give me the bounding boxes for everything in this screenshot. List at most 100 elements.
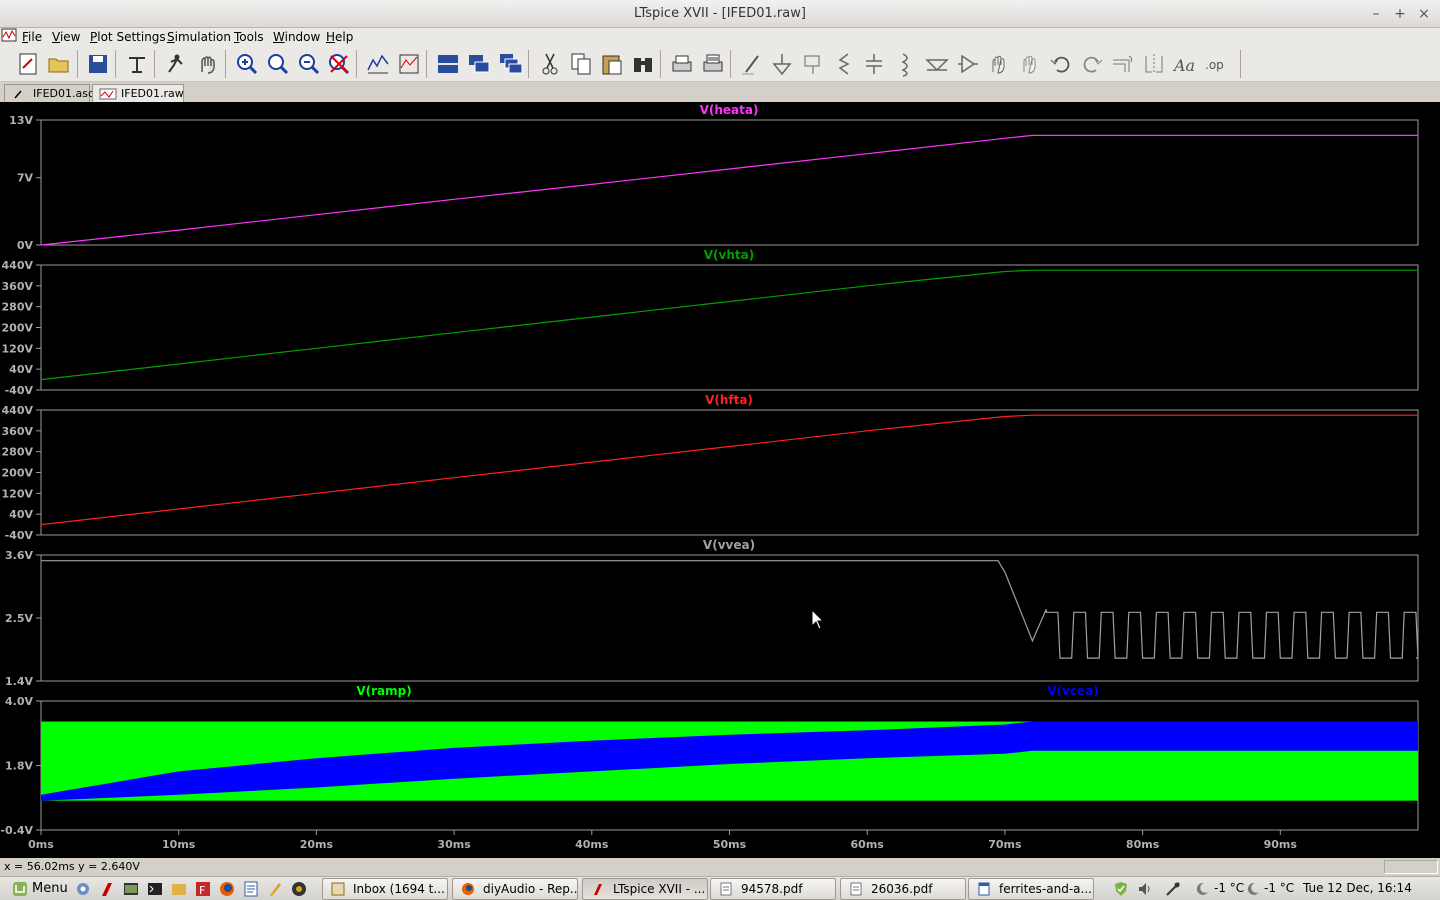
label-net-button[interactable] bbox=[799, 50, 827, 78]
component-button[interactable] bbox=[954, 50, 982, 78]
drag-button[interactable] bbox=[1016, 50, 1044, 78]
ltspice-launcher-icon[interactable] bbox=[98, 880, 116, 898]
filezilla-icon[interactable]: F bbox=[194, 880, 212, 898]
taskbar-task[interactable]: diyAudio - Rep... bbox=[452, 878, 578, 900]
writer-icon[interactable] bbox=[242, 880, 260, 898]
menu-plot-settings[interactable]: Plot Settings bbox=[90, 30, 166, 44]
capacitor-button[interactable] bbox=[860, 50, 888, 78]
mouse-cursor bbox=[811, 608, 825, 630]
menu-help[interactable]: Help bbox=[326, 30, 353, 44]
moon-icon bbox=[1247, 882, 1259, 895]
autorange-button[interactable] bbox=[364, 50, 392, 78]
open-button[interactable] bbox=[45, 50, 73, 78]
new-schematic-button[interactable] bbox=[14, 50, 42, 78]
waveform-app-icon[interactable] bbox=[1, 27, 17, 43]
firefox-icon[interactable] bbox=[218, 880, 236, 898]
zoom-in-button[interactable] bbox=[233, 50, 261, 78]
cut-button[interactable] bbox=[536, 50, 564, 78]
control-panel-button[interactable] bbox=[123, 50, 151, 78]
pick-traces-button[interactable] bbox=[395, 50, 423, 78]
x-tick-label: 30ms bbox=[437, 838, 471, 851]
copy-button[interactable] bbox=[567, 50, 595, 78]
rotate-button[interactable] bbox=[1109, 50, 1137, 78]
settings-icon[interactable] bbox=[74, 880, 92, 898]
waveform-icon bbox=[99, 88, 117, 100]
paste-button[interactable] bbox=[598, 50, 626, 78]
start-menu-button[interactable]: Menu bbox=[4, 879, 72, 899]
y-tick-label: 440V bbox=[2, 259, 34, 272]
new-schematic-icon bbox=[19, 53, 37, 75]
pencil-icon[interactable] bbox=[266, 880, 284, 898]
component-icon bbox=[958, 54, 978, 74]
waveform-viewer[interactable]: 13V 7V 0V V(heata) 440V 360V 280V 200V 120V 40V -4… bbox=[0, 102, 1440, 858]
close-button[interactable]: × bbox=[1414, 4, 1434, 24]
redo-button[interactable] bbox=[1078, 50, 1106, 78]
menu-tools[interactable]: Tools bbox=[234, 30, 264, 44]
taskbar-task[interactable]: LTspice XVII - ... bbox=[582, 878, 708, 900]
tile-horizontal-button[interactable] bbox=[434, 50, 462, 78]
print-setup-button[interactable] bbox=[668, 50, 696, 78]
text-button[interactable]: Aa bbox=[1171, 50, 1199, 78]
y-tick-label: 1.8V bbox=[5, 760, 33, 773]
shield-icon[interactable] bbox=[1112, 880, 1130, 898]
volume-icon[interactable] bbox=[1136, 880, 1154, 898]
find-button[interactable] bbox=[629, 50, 657, 78]
resistor-button[interactable] bbox=[830, 50, 858, 78]
tab-ifed01-raw[interactable]: IFED01.raw bbox=[92, 84, 184, 103]
tile-vertical-button[interactable] bbox=[465, 50, 493, 78]
zoom-fit-button[interactable] bbox=[325, 50, 353, 78]
tab-label: IFED01.asc bbox=[33, 87, 95, 100]
weather-1: -1 °C bbox=[1214, 881, 1245, 895]
waveform-plot[interactable]: 13V 7V 0V V(heata) 440V 360V 280V 200V 120V 40V -4… bbox=[0, 102, 1440, 858]
taskbar-task[interactable]: 94578.pdf bbox=[710, 878, 836, 900]
toolbar: Aa .op bbox=[0, 46, 1440, 82]
inductor-button[interactable] bbox=[891, 50, 919, 78]
print-setup-icon bbox=[672, 55, 692, 72]
ground-button[interactable] bbox=[768, 50, 796, 78]
network-icon[interactable] bbox=[1164, 880, 1182, 898]
undo-button[interactable] bbox=[1047, 50, 1075, 78]
window-title: LTspice XVII - [IFED01.raw] bbox=[634, 6, 806, 21]
zoom-out-button[interactable] bbox=[295, 50, 323, 78]
ltspice-icon bbox=[594, 884, 602, 895]
spice-directive-button[interactable]: .op bbox=[1202, 50, 1230, 78]
toolbar-separator bbox=[225, 50, 226, 78]
cascade-button[interactable] bbox=[497, 50, 525, 78]
run-button[interactable] bbox=[161, 50, 189, 78]
drag-icon bbox=[1023, 55, 1036, 74]
minimize-button[interactable]: – bbox=[1366, 4, 1386, 24]
wire-button[interactable] bbox=[738, 50, 766, 78]
taskbar-task-label: 26036.pdf bbox=[871, 882, 933, 896]
menu-view[interactable]: View bbox=[52, 30, 80, 44]
move-button[interactable] bbox=[985, 50, 1013, 78]
print-button[interactable] bbox=[699, 50, 727, 78]
taskbar-task[interactable]: ferrites-and-a... bbox=[968, 878, 1094, 900]
taskbar-task[interactable]: 26036.pdf bbox=[840, 878, 966, 900]
clock[interactable]: Tue 12 Dec, 16:14 bbox=[1303, 881, 1412, 895]
menu-simulation[interactable]: Simulation bbox=[167, 30, 231, 44]
tab-ifed01-asc[interactable]: IFED01.asc bbox=[4, 84, 94, 103]
resize-grip[interactable] bbox=[1384, 860, 1438, 874]
zoom-area-button[interactable] bbox=[264, 50, 292, 78]
maximize-button[interactable]: + bbox=[1390, 4, 1410, 24]
menu-file[interactable]: File bbox=[22, 30, 42, 44]
y-tick-label: 3.6V bbox=[5, 549, 33, 562]
y-tick-label: 200V bbox=[2, 322, 34, 335]
console-icon[interactable] bbox=[146, 880, 164, 898]
redo-icon bbox=[1083, 56, 1103, 73]
taskbar-task[interactable]: Inbox (1694 t... bbox=[322, 878, 448, 900]
diode-button[interactable] bbox=[923, 50, 951, 78]
copy-icon bbox=[571, 53, 591, 75]
svg-text:Aa: Aa bbox=[1172, 56, 1195, 75]
media-icon[interactable] bbox=[290, 880, 308, 898]
zoom-in-icon bbox=[237, 54, 258, 75]
mirror-button[interactable] bbox=[1140, 50, 1168, 78]
save-button[interactable] bbox=[84, 50, 112, 78]
files-icon[interactable] bbox=[170, 880, 188, 898]
menu-bar: File View Plot Settings Simulation Tools… bbox=[0, 28, 1440, 69]
y-tick-label: 40V bbox=[9, 508, 33, 521]
cascade-icon bbox=[500, 54, 523, 74]
terminal-icon[interactable] bbox=[122, 880, 140, 898]
halt-button[interactable] bbox=[193, 50, 221, 78]
menu-window[interactable]: Window bbox=[273, 30, 320, 44]
